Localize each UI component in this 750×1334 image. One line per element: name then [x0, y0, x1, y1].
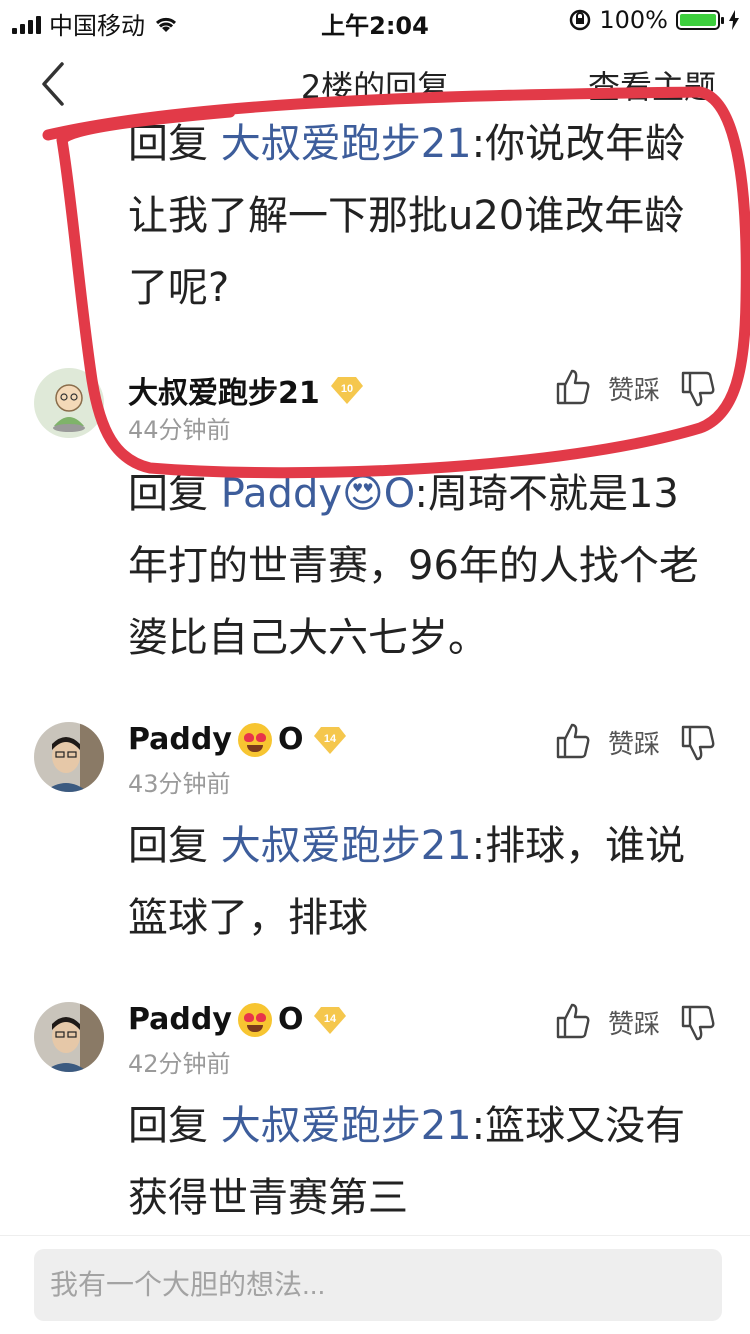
author-name-part: Paddy [128, 1002, 232, 1037]
battery-percent: 100% [599, 6, 668, 34]
author-name-part: Paddy [128, 722, 232, 757]
thumbs-up-icon[interactable] [555, 722, 591, 760]
thumbs-down-icon[interactable] [680, 724, 716, 762]
reply-text: 回复 大叔爱跑步21:篮球又没有获得世青赛第三 [128, 1090, 708, 1234]
mention-link[interactable]: 大叔爱跑步21 [221, 823, 472, 869]
rotation-lock-icon [570, 9, 591, 31]
thumbs-down-icon[interactable] [680, 1004, 716, 1042]
vote-label: 赞踩 [608, 376, 661, 406]
comment-time: 42分钟前 [128, 1050, 231, 1078]
comment-author[interactable]: Paddy O 14 [128, 722, 347, 757]
level-badge-icon: 14 [314, 1006, 347, 1034]
mention-link[interactable]: Paddy😍O [221, 471, 415, 517]
comment-time: 43分钟前 [128, 770, 231, 798]
status-bar: 中国移动 上午2:04 100% [0, 0, 750, 40]
vote-label: 赞踩 [608, 1010, 661, 1040]
level-badge-icon: 14 [314, 726, 347, 754]
level-number: 14 [324, 733, 337, 745]
author-name-part: O [277, 1002, 304, 1037]
view-topic-link[interactable]: 查看主题 [588, 62, 716, 108]
author-name: 大叔爱跑步21 [128, 376, 320, 411]
thumbs-up-icon[interactable] [555, 1002, 591, 1040]
reply-prefix: 回复 [128, 471, 221, 517]
reply-text: 回复 大叔爱跑步21:你说改年龄让我了解一下那批u20谁改年龄了呢? [128, 108, 708, 324]
charging-icon [729, 10, 739, 30]
thumbs-up-icon[interactable] [555, 368, 591, 406]
reply-text: 回复 大叔爱跑步21:排球，谁说篮球了，排球 [128, 810, 708, 954]
reply-prefix: 回复 [128, 121, 221, 167]
level-number: 14 [324, 1013, 337, 1025]
heart-eyes-emoji-icon [237, 1002, 272, 1037]
reply-prefix: 回复 [128, 823, 221, 869]
heart-eyes-emoji-icon [237, 722, 272, 757]
comment-header: 大叔爱跑步21 10 44分钟前 赞踩 [0, 368, 750, 458]
mention-link[interactable]: 大叔爱跑步21 [221, 121, 472, 167]
battery-icon [676, 10, 724, 30]
comment-input-bar [0, 1236, 750, 1334]
level-number: 10 [341, 383, 353, 395]
comment-input[interactable] [34, 1249, 722, 1321]
author-name-part: O [277, 722, 304, 757]
status-right: 100% [569, 6, 740, 34]
reply-prefix: 回复 [128, 1103, 221, 1149]
comment-header: Paddy O 14 42分钟前 赞踩 [0, 1002, 750, 1092]
mention-link[interactable]: 大叔爱跑步21 [221, 1103, 472, 1149]
comment-author[interactable]: Paddy O 14 [128, 1002, 347, 1037]
comment-header: Paddy O 14 43分钟前 赞踩 [0, 722, 750, 812]
avatar[interactable] [34, 722, 104, 792]
level-badge-icon: 10 [330, 377, 363, 404]
comment-author[interactable]: 大叔爱跑步21 10 [128, 368, 364, 412]
vote-label: 赞踩 [608, 730, 661, 760]
avatar[interactable] [34, 1002, 104, 1072]
comment-time: 44分钟前 [128, 416, 231, 444]
avatar[interactable] [34, 368, 104, 438]
reply-text: 回复 Paddy😍O:周琦不就是13年打的世青赛，96年的人找个老婆比自己大六七… [128, 458, 708, 674]
thumbs-down-icon[interactable] [680, 370, 716, 408]
